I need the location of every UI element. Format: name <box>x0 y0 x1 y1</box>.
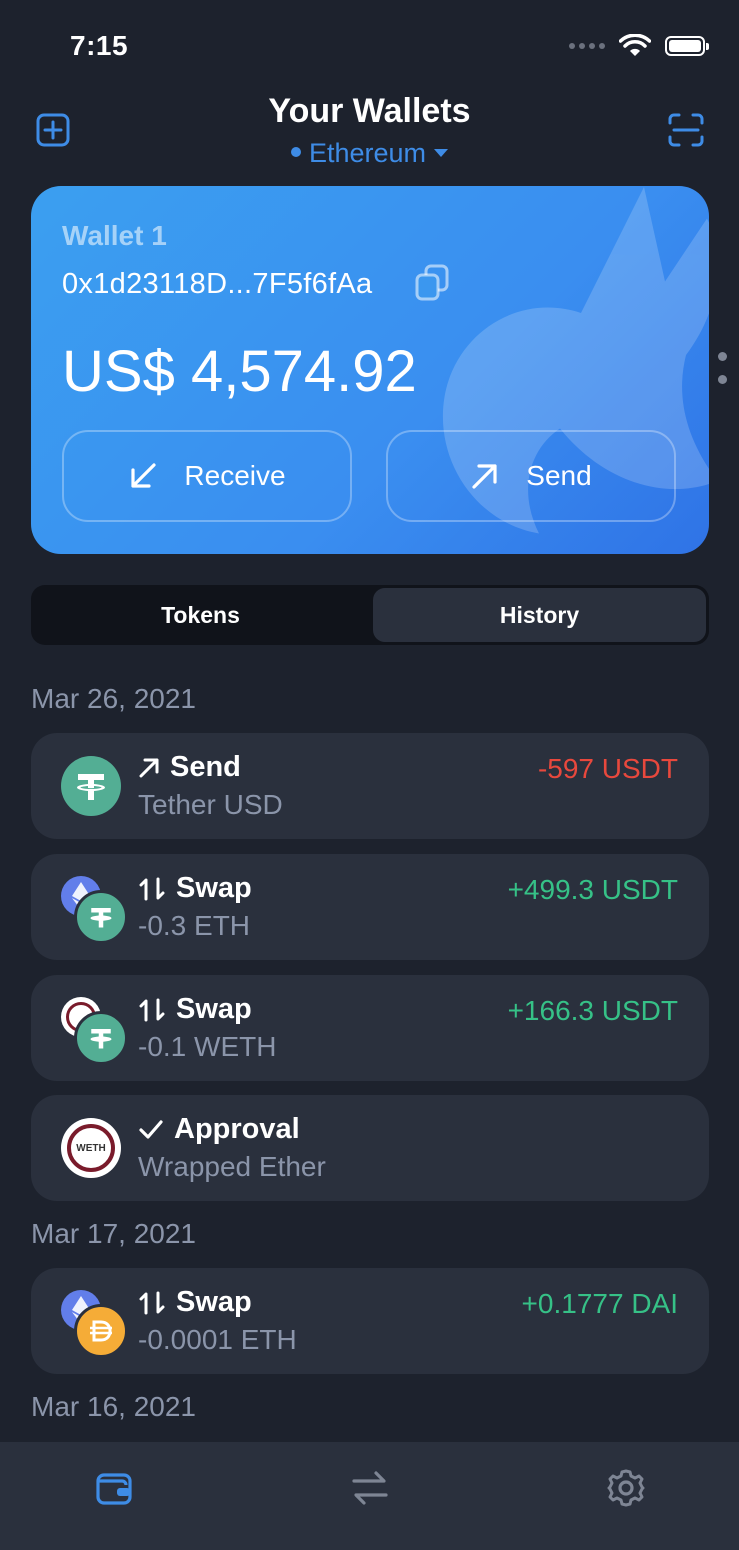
weth-logo-text: WETH <box>67 1124 115 1172</box>
chevron-down-icon <box>434 148 449 157</box>
network-dot <box>290 146 301 157</box>
wallet-name: Wallet 1 <box>62 220 167 251</box>
card-page-indicator <box>718 352 727 398</box>
date-header: Mar 16, 2021 <box>31 1391 196 1422</box>
network-label: Ethereum <box>308 138 427 168</box>
wallet-address: 0x1d23118D...7F5f6fAa <box>62 268 373 300</box>
transaction-row[interactable]: Send Tether USD -597 USDT <box>31 733 709 839</box>
transaction-type: Swap <box>138 872 252 905</box>
swap-arrows-icon[interactable] <box>350 1468 390 1508</box>
transaction-type-label: Swap <box>176 872 252 904</box>
bottom-navigation <box>0 1442 739 1550</box>
transaction-type: Send <box>138 751 241 784</box>
date-header: Mar 26, 2021 <box>31 683 196 714</box>
status-time: 7:15 <box>70 30 129 61</box>
transaction-amount: +0.1777 DAI <box>521 1288 678 1319</box>
battery-icon <box>665 36 709 56</box>
transaction-amount: -597 USDT <box>537 753 678 784</box>
page-title: Your Wallets <box>268 92 471 130</box>
swap-icon <box>139 877 165 900</box>
swap-icon <box>139 998 165 1021</box>
checkmark-icon <box>139 1119 163 1139</box>
transaction-type-label: Approval <box>174 1113 300 1145</box>
wifi-icon <box>619 34 651 56</box>
transaction-type-label: Swap <box>176 1286 252 1318</box>
arrow-down-left-icon <box>131 463 157 488</box>
tether-icon <box>74 890 128 944</box>
transaction-subtitle: -0.3 ETH <box>138 910 251 941</box>
arrow-up-right-icon <box>139 758 159 777</box>
status-indicators <box>569 34 709 58</box>
transaction-subtitle: Wrapped Ether <box>138 1151 326 1182</box>
receive-button[interactable]: Receive <box>62 430 352 522</box>
swap-icon <box>139 1291 165 1314</box>
dai-icon <box>74 1304 128 1358</box>
arrow-up-right-icon <box>472 464 497 489</box>
tab-tokens[interactable]: Tokens <box>34 588 367 642</box>
scan-icon[interactable] <box>668 113 704 147</box>
wallet-card[interactable]: Wallet 1 0x1d23118D...7F5f6fAa US$ 4,574… <box>31 186 709 554</box>
receive-label: Receive <box>184 460 286 491</box>
transaction-type: Swap <box>138 1286 252 1319</box>
wallet-icon[interactable] <box>95 1468 133 1508</box>
transaction-type-label: Send <box>170 751 241 783</box>
transaction-type: Approval <box>138 1113 300 1146</box>
transaction-subtitle: Tether USD <box>138 789 283 820</box>
gear-icon[interactable] <box>606 1468 646 1508</box>
transaction-amount: +499.3 USDT <box>507 874 678 905</box>
network-selector[interactable]: Ethereum <box>0 138 739 169</box>
transaction-row[interactable]: Swap -0.1 WETH +166.3 USDT <box>31 975 709 1081</box>
cellular-signal-icon <box>569 43 605 49</box>
transaction-type-label: Swap <box>176 993 252 1025</box>
send-button[interactable]: Send <box>386 430 676 522</box>
wallet-balance: US$ 4,574.92 <box>62 339 417 404</box>
transaction-subtitle: -0.0001 ETH <box>138 1324 297 1355</box>
transaction-amount: +166.3 USDT <box>507 995 678 1026</box>
transaction-type: Swap <box>138 993 252 1026</box>
weth-icon: WETH <box>61 1118 121 1178</box>
tokens-history-tabs: Tokens History <box>31 585 709 645</box>
send-label: Send <box>526 460 592 491</box>
tab-history[interactable]: History <box>373 588 706 642</box>
tether-icon <box>61 756 121 816</box>
transaction-row[interactable]: Swap -0.0001 ETH +0.1777 DAI <box>31 1268 709 1374</box>
transaction-subtitle: -0.1 WETH <box>138 1031 277 1062</box>
tether-icon <box>74 1011 128 1065</box>
transaction-row[interactable]: Swap -0.3 ETH +499.3 USDT <box>31 854 709 960</box>
date-header: Mar 17, 2021 <box>31 1218 196 1249</box>
copy-icon[interactable] <box>414 264 450 302</box>
transaction-row[interactable]: WETH Approval Wrapped Ether <box>31 1095 709 1201</box>
